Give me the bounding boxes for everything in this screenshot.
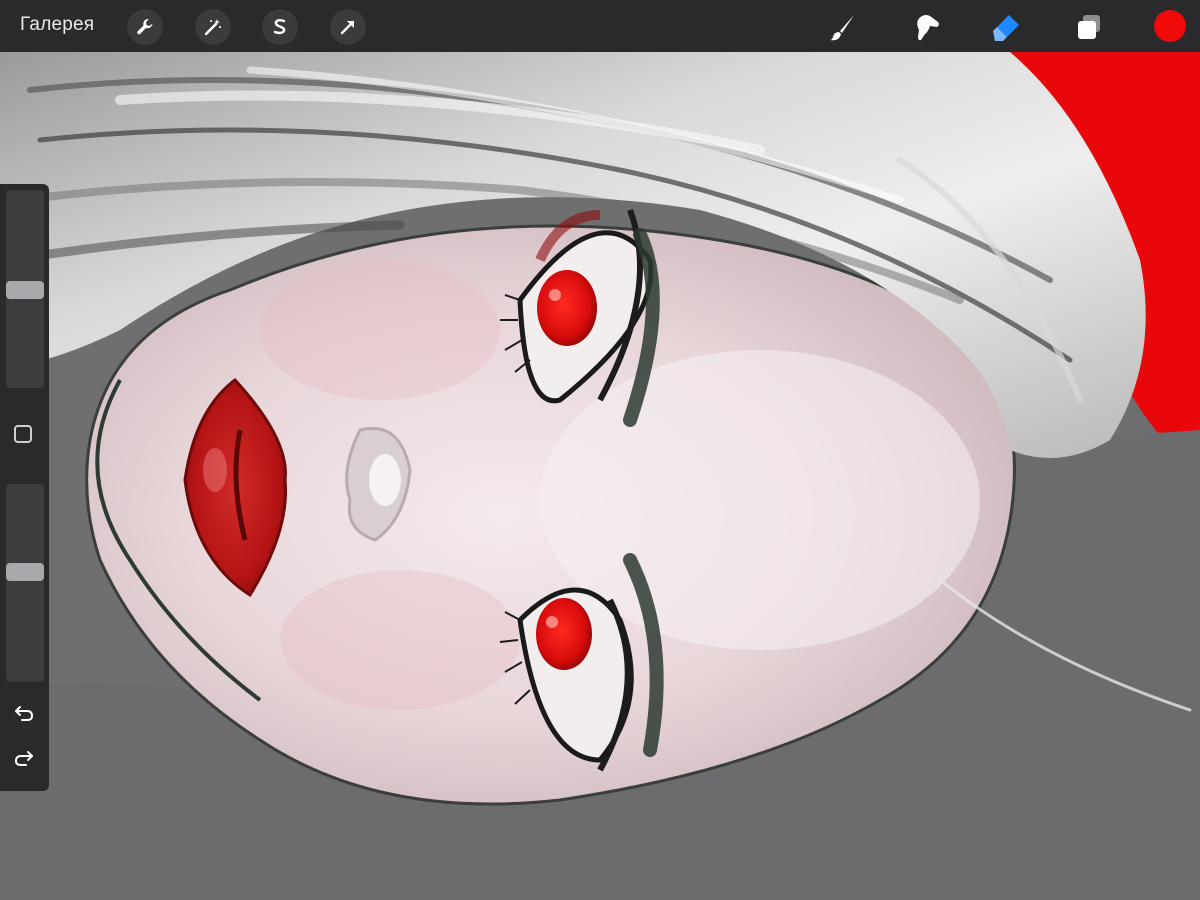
eraser-tool-button[interactable]	[988, 8, 1026, 46]
selection-button[interactable]	[262, 9, 298, 45]
brush-opacity-thumb[interactable]	[6, 563, 44, 581]
layers-icon	[1074, 12, 1104, 42]
magic-wand-icon	[203, 17, 223, 37]
eraser-icon	[991, 11, 1023, 43]
transform-arrow-icon	[338, 17, 358, 37]
wrench-icon	[135, 17, 155, 37]
gallery-button[interactable]: Галерея	[20, 14, 94, 36]
artwork	[0, 0, 1200, 900]
brush-icon	[828, 12, 858, 42]
smudge-icon	[912, 12, 942, 42]
adjustments-button[interactable]	[195, 9, 231, 45]
actions-button[interactable]	[127, 9, 163, 45]
brush-tool-button[interactable]	[824, 8, 862, 46]
modify-square-icon[interactable]	[14, 425, 32, 443]
smudge-tool-button[interactable]	[908, 8, 946, 46]
drawing-canvas[interactable]	[0, 0, 1200, 900]
redo-icon	[12, 751, 36, 776]
brush-opacity-slider[interactable]	[6, 484, 44, 682]
transform-button[interactable]	[330, 9, 366, 45]
brush-size-thumb[interactable]	[6, 281, 44, 299]
left-sidebar	[0, 184, 49, 791]
undo-icon	[12, 706, 36, 728]
brush-size-slider[interactable]	[6, 190, 44, 388]
undo-button[interactable]	[12, 700, 36, 724]
selection-icon	[270, 17, 290, 37]
color-picker-button[interactable]	[1154, 10, 1186, 42]
layers-button[interactable]	[1070, 8, 1108, 46]
redo-button[interactable]	[12, 748, 36, 772]
top-toolbar: Галерея	[0, 0, 1200, 52]
